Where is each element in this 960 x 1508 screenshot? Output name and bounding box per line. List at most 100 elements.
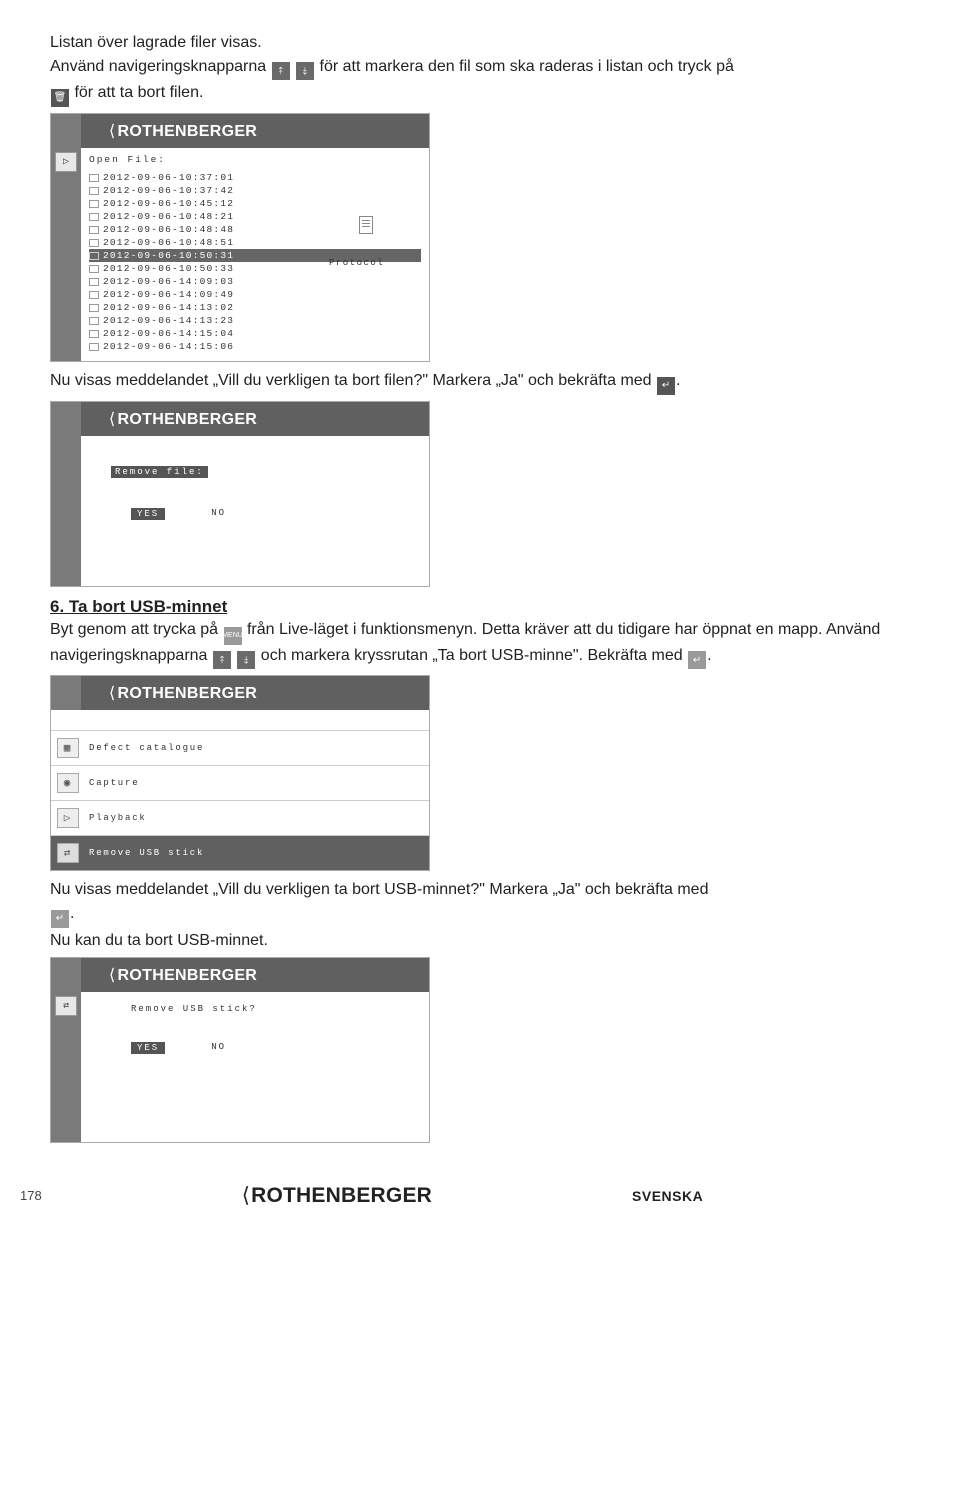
sidebar-stub — [51, 676, 81, 710]
intro-line-3: 🗑 för att ta bort filen. — [50, 82, 922, 107]
protocol-label: Protocol — [329, 258, 384, 268]
protocol-area: Protocol — [329, 216, 384, 268]
camera-icon — [89, 330, 99, 338]
brand-logo: ROTHENBERGER — [109, 683, 257, 703]
sidebar-stub — [51, 958, 81, 992]
file-name: 2012-09-06-14:13:23 — [103, 315, 234, 326]
camera-icon — [89, 265, 99, 273]
no-button[interactable]: NO — [211, 1042, 226, 1054]
screenshot-sidebar: ▷ — [51, 148, 81, 361]
yes-no-row: YES NO — [111, 508, 429, 520]
menu-item-icon: ▦ — [57, 738, 79, 758]
text: . — [70, 905, 74, 922]
remove-file-title: Remove file: — [111, 466, 208, 478]
screenshot-header: ROTHENBERGER — [51, 958, 429, 992]
footer-brand-logo: ROTHENBERGER — [242, 1183, 432, 1208]
section-6-body: Byt genom att trycka på MENU från Live-l… — [50, 619, 922, 669]
text: Nu visas meddelandet „Vill du verkligen … — [50, 372, 656, 389]
page-footer: 178 ROTHENBERGER SVENSKA — [50, 1183, 922, 1208]
file-row[interactable]: 2012-09-06-14:15:04 — [89, 327, 421, 340]
enter-icon: ↵ — [688, 651, 706, 669]
page-number: 178 — [20, 1188, 42, 1203]
magnify-up-icon: ⤉ — [272, 62, 290, 80]
camera-icon — [89, 252, 99, 260]
screenshot-open-file: ROTHENBERGER ▷ Open File: 2012-09-06-10:… — [50, 113, 430, 362]
enter-icon: ↵ — [657, 377, 675, 395]
menu-item[interactable]: ▷Playback — [51, 800, 429, 835]
play-icon[interactable]: ▷ — [55, 152, 77, 172]
menu-item-icon: ⇄ — [57, 843, 79, 863]
file-row[interactable]: 2012-09-06-14:09:49 — [89, 288, 421, 301]
screenshot-remove-usb: ROTHENBERGER ⇄ Remove USB stick? YES NO — [50, 957, 430, 1143]
enter-icon: ↵ — [51, 910, 69, 928]
menu-item[interactable]: ◉Capture — [51, 765, 429, 800]
file-row[interactable]: 2012-09-06-14:13:23 — [89, 314, 421, 327]
yes-button[interactable]: YES — [131, 1042, 165, 1054]
camera-icon — [89, 174, 99, 182]
file-row[interactable]: 2012-09-06-10:37:01 — [89, 171, 421, 184]
sidebar-stub — [51, 402, 81, 436]
file-name: 2012-09-06-14:09:03 — [103, 276, 234, 287]
screenshot-function-menu: ROTHENBERGER ▦Defect catalogue◉Capture▷P… — [50, 675, 430, 871]
menu-item-label: Remove USB stick — [89, 848, 204, 858]
file-name: 2012-09-06-14:15:06 — [103, 341, 234, 352]
confirm-usb-text: Nu visas meddelandet „Vill du verkligen … — [50, 879, 922, 901]
file-name: 2012-09-06-10:50:31 — [103, 250, 234, 261]
text: Använd navigeringsknapparna — [50, 58, 271, 75]
menu-item-icon: ▷ — [57, 808, 79, 828]
screenshot-sidebar: ⇄ — [51, 992, 81, 1142]
open-file-title: Open File: — [89, 154, 421, 165]
menu-item[interactable]: ⇄ Remove USB stick — [51, 835, 429, 870]
confirm-file-text: Nu visas meddelandet „Vill du verkligen … — [50, 370, 922, 395]
brand-logo: ROTHENBERGER — [109, 409, 257, 429]
menu-icon: MENU — [224, 627, 242, 645]
file-row[interactable]: 2012-09-06-14:13:02 — [89, 301, 421, 314]
file-name: 2012-09-06-10:48:21 — [103, 211, 234, 222]
intro-line-2: Använd navigeringsknapparna ⤉ ⤈ för att … — [50, 56, 922, 81]
camera-icon — [89, 343, 99, 351]
camera-icon — [89, 317, 99, 325]
magnify-down-icon: ⤈ — [296, 62, 314, 80]
camera-icon — [89, 291, 99, 299]
text: för att ta bort filen. — [74, 84, 203, 101]
usb-icon[interactable]: ⇄ — [55, 996, 77, 1016]
brand-logo: ROTHENBERGER — [109, 121, 257, 141]
camera-icon — [89, 213, 99, 221]
magnify-up-icon: ⤉ — [213, 651, 231, 669]
brand-logo: ROTHENBERGER — [109, 965, 257, 985]
file-name: 2012-09-06-14:15:04 — [103, 328, 234, 339]
camera-icon — [89, 200, 99, 208]
file-row[interactable]: 2012-09-06-14:15:06 — [89, 340, 421, 353]
camera-icon — [89, 304, 99, 312]
remove-usb-title: Remove USB stick? — [131, 1004, 429, 1014]
text: för att markera den fil som ska raderas … — [320, 58, 734, 75]
text: och markera kryssrutan „Ta bort USB-minn… — [261, 647, 687, 664]
file-name: 2012-09-06-14:13:02 — [103, 302, 234, 313]
yes-button[interactable]: YES — [131, 508, 165, 520]
sidebar-stub — [51, 114, 81, 148]
footer-language: SVENSKA — [632, 1188, 703, 1204]
file-row[interactable]: 2012-09-06-14:09:03 — [89, 275, 421, 288]
camera-icon — [89, 187, 99, 195]
section-6-heading: 6. Ta bort USB-minnet — [50, 597, 922, 617]
magnify-down-icon: ⤈ — [237, 651, 255, 669]
menu-item[interactable]: ▦Defect catalogue — [51, 730, 429, 765]
file-name: 2012-09-06-10:37:42 — [103, 185, 234, 196]
document-icon — [359, 216, 373, 234]
file-row[interactable]: 2012-09-06-10:37:42 — [89, 184, 421, 197]
screenshot-header: ROTHENBERGER — [51, 676, 429, 710]
camera-icon — [89, 239, 99, 247]
trash-icon: 🗑 — [51, 89, 69, 107]
no-button[interactable]: NO — [211, 508, 226, 520]
menu-item-label: Capture — [89, 778, 139, 788]
screenshot-sidebar — [51, 436, 81, 586]
file-name: 2012-09-06-10:48:48 — [103, 224, 234, 235]
file-name: 2012-09-06-10:48:51 — [103, 237, 234, 248]
file-row[interactable]: 2012-09-06-10:45:12 — [89, 197, 421, 210]
file-name: 2012-09-06-10:50:33 — [103, 263, 234, 274]
camera-icon — [89, 226, 99, 234]
file-name: 2012-09-06-14:09:49 — [103, 289, 234, 300]
camera-icon — [89, 278, 99, 286]
screenshot-header: ROTHENBERGER — [51, 114, 429, 148]
text: Byt genom att trycka på — [50, 621, 223, 638]
